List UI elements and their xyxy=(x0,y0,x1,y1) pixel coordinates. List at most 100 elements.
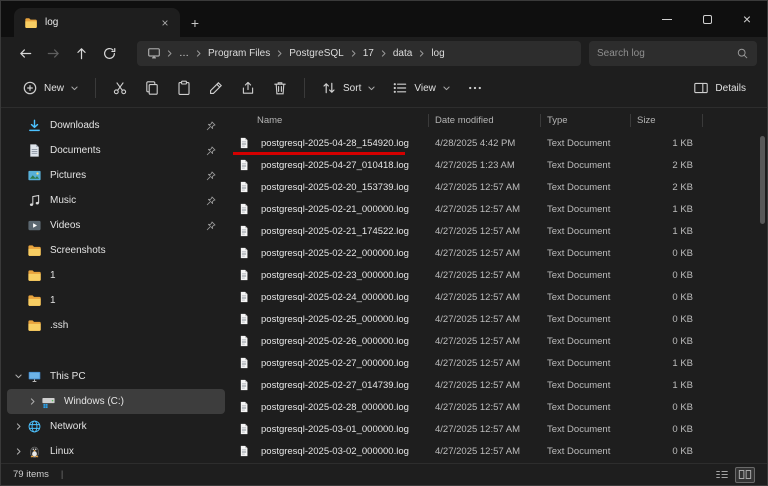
minimize-button[interactable] xyxy=(647,1,687,37)
chevron-right-icon[interactable] xyxy=(194,49,203,58)
up-button[interactable] xyxy=(67,40,95,66)
file-row[interactable]: postgresql-2025-03-01_000000.log 4/27/20… xyxy=(233,418,767,440)
breadcrumb-ellipsis[interactable]: … xyxy=(174,48,194,59)
file-type: Text Document xyxy=(547,401,611,413)
chevron-right-icon[interactable] xyxy=(275,49,284,58)
sidebar-item-network[interactable]: Network xyxy=(7,414,225,439)
sidebar-chevron-icon[interactable] xyxy=(11,296,25,305)
toolbar-divider xyxy=(304,78,306,98)
file-row[interactable]: postgresql-2025-02-27_000000.log 4/27/20… xyxy=(233,352,767,374)
toolbar-divider xyxy=(95,78,97,98)
monitor-icon[interactable] xyxy=(147,46,161,60)
text-document-icon xyxy=(238,400,250,414)
sidebar-chevron-icon[interactable] xyxy=(11,271,25,280)
sidebar-chevron-icon[interactable] xyxy=(11,246,25,255)
breadcrumb-item-program-files[interactable]: Program Files xyxy=(203,48,275,59)
cut-button[interactable] xyxy=(105,75,135,101)
breadcrumb-item-postgresql[interactable]: PostgreSQL xyxy=(284,48,348,59)
paste-button[interactable] xyxy=(169,75,199,101)
sidebar-chevron-icon[interactable] xyxy=(11,447,25,456)
sidebar-item-label: 1 xyxy=(50,295,56,306)
file-date-modified: 4/27/2025 1:23 AM xyxy=(435,159,515,171)
sidebar-item-pictures[interactable]: Pictures xyxy=(7,163,225,188)
sidebar-item-linux[interactable]: Linux xyxy=(7,439,225,463)
tab-close-icon[interactable]: × xyxy=(156,14,174,32)
sidebar-chevron-icon[interactable] xyxy=(11,121,25,130)
text-document-icon xyxy=(238,334,250,348)
annotation-underline xyxy=(233,152,405,155)
sort-button-label: Sort xyxy=(343,82,362,94)
sidebar-item-downloads[interactable]: Downloads xyxy=(7,113,225,138)
breadcrumb-item-log[interactable]: log xyxy=(426,48,449,59)
sidebar-item-this-pc[interactable]: This PC xyxy=(7,364,225,389)
sidebar-item-videos[interactable]: Videos xyxy=(7,213,225,238)
back-button[interactable] xyxy=(11,40,39,66)
file-row[interactable]: postgresql-2025-02-23_000000.log 4/27/20… xyxy=(233,264,767,286)
sidebar-item-1[interactable]: 1 xyxy=(7,288,225,313)
sidebar-item-ssh[interactable]: .ssh xyxy=(7,313,225,338)
file-row[interactable]: postgresql-2025-02-27_014739.log 4/27/20… xyxy=(233,374,767,396)
details-pane-button[interactable]: Details xyxy=(686,75,753,101)
sidebar-item-documents[interactable]: Documents xyxy=(7,138,225,163)
new-button[interactable]: New xyxy=(15,75,86,101)
share-button[interactable] xyxy=(233,75,263,101)
sidebar-chevron-icon[interactable] xyxy=(11,422,25,431)
file-row[interactable]: postgresql-2025-02-22_000000.log 4/27/20… xyxy=(233,242,767,264)
breadcrumb-item-data[interactable]: data xyxy=(388,48,417,59)
file-row[interactable]: postgresql-2025-02-25_000000.log 4/27/20… xyxy=(233,308,767,330)
breadcrumb-item-17[interactable]: 17 xyxy=(358,48,379,59)
file-row[interactable]: postgresql-2025-04-28_154920.log 4/28/20… xyxy=(233,132,767,155)
file-row[interactable]: postgresql-2025-02-21_174522.log 4/27/20… xyxy=(233,220,767,242)
file-date-modified: 4/27/2025 12:57 AM xyxy=(435,291,521,303)
column-header-type[interactable]: Type xyxy=(541,114,631,127)
sidebar-chevron-icon[interactable] xyxy=(11,196,25,205)
file-row[interactable]: postgresql-2025-02-24_000000.log 4/27/20… xyxy=(233,286,767,308)
file-row[interactable]: postgresql-2025-03-02_000000.log 4/27/20… xyxy=(233,440,767,462)
details-view-toggle[interactable] xyxy=(712,467,732,483)
file-row[interactable]: postgresql-2025-02-21_000000.log 4/27/20… xyxy=(233,198,767,220)
thumbnail-view-toggle[interactable] xyxy=(735,466,755,483)
file-type: Text Document xyxy=(547,137,611,149)
sidebar-item-music[interactable]: Music xyxy=(7,188,225,213)
file-row[interactable]: postgresql-2025-04-27_010418.log 4/27/20… xyxy=(233,154,767,176)
sidebar-chevron-icon[interactable] xyxy=(11,221,25,230)
clipboard-icon xyxy=(176,80,192,96)
sort-button[interactable]: Sort xyxy=(314,75,383,101)
sidebar-item-windows-c[interactable]: Windows (C:) xyxy=(7,389,225,414)
file-type: Text Document xyxy=(547,203,611,215)
file-row[interactable]: postgresql-2025-02-28_000000.log 4/27/20… xyxy=(233,396,767,418)
rename-button[interactable] xyxy=(201,75,231,101)
text-document-icon xyxy=(238,224,250,238)
sidebar-chevron-icon[interactable] xyxy=(25,397,39,406)
search-input[interactable] xyxy=(597,47,730,59)
chevron-right-icon[interactable] xyxy=(165,49,174,58)
file-type: Text Document xyxy=(547,313,611,325)
sidebar-chevron-icon[interactable] xyxy=(11,146,25,155)
sidebar-item-1[interactable]: 1 xyxy=(7,263,225,288)
column-header-size[interactable]: Size xyxy=(631,114,703,127)
more-options-button[interactable] xyxy=(460,75,490,101)
chevron-right-icon[interactable] xyxy=(379,49,388,58)
new-tab-button[interactable]: + xyxy=(180,8,210,37)
sidebar-chevron-icon[interactable] xyxy=(11,171,25,180)
column-header-name[interactable]: Name xyxy=(233,114,429,127)
chevron-right-icon[interactable] xyxy=(417,49,426,58)
copy-button[interactable] xyxy=(137,75,167,101)
column-header-date-modified[interactable]: Date modified xyxy=(429,114,541,127)
file-row[interactable]: postgresql-2025-02-26_000000.log 4/27/20… xyxy=(233,330,767,352)
close-button[interactable]: × xyxy=(727,1,767,37)
scissors-icon xyxy=(112,80,128,96)
sidebar-chevron-icon[interactable] xyxy=(11,372,25,381)
view-button[interactable]: View xyxy=(385,75,458,101)
scrollbar-thumb[interactable] xyxy=(760,136,765,224)
maximize-button[interactable] xyxy=(687,1,727,37)
file-row[interactable]: postgresql-2025-02-20_153739.log 4/27/20… xyxy=(233,176,767,198)
tab-log[interactable]: log × xyxy=(14,8,180,37)
forward-button[interactable] xyxy=(39,40,67,66)
sidebar-item-screenshots[interactable]: Screenshots xyxy=(7,238,225,263)
delete-button[interactable] xyxy=(265,75,295,101)
chevron-right-icon[interactable] xyxy=(349,49,358,58)
vertical-scrollbar[interactable] xyxy=(759,134,766,459)
sidebar-chevron-icon[interactable] xyxy=(11,321,25,330)
refresh-button[interactable] xyxy=(95,40,123,66)
